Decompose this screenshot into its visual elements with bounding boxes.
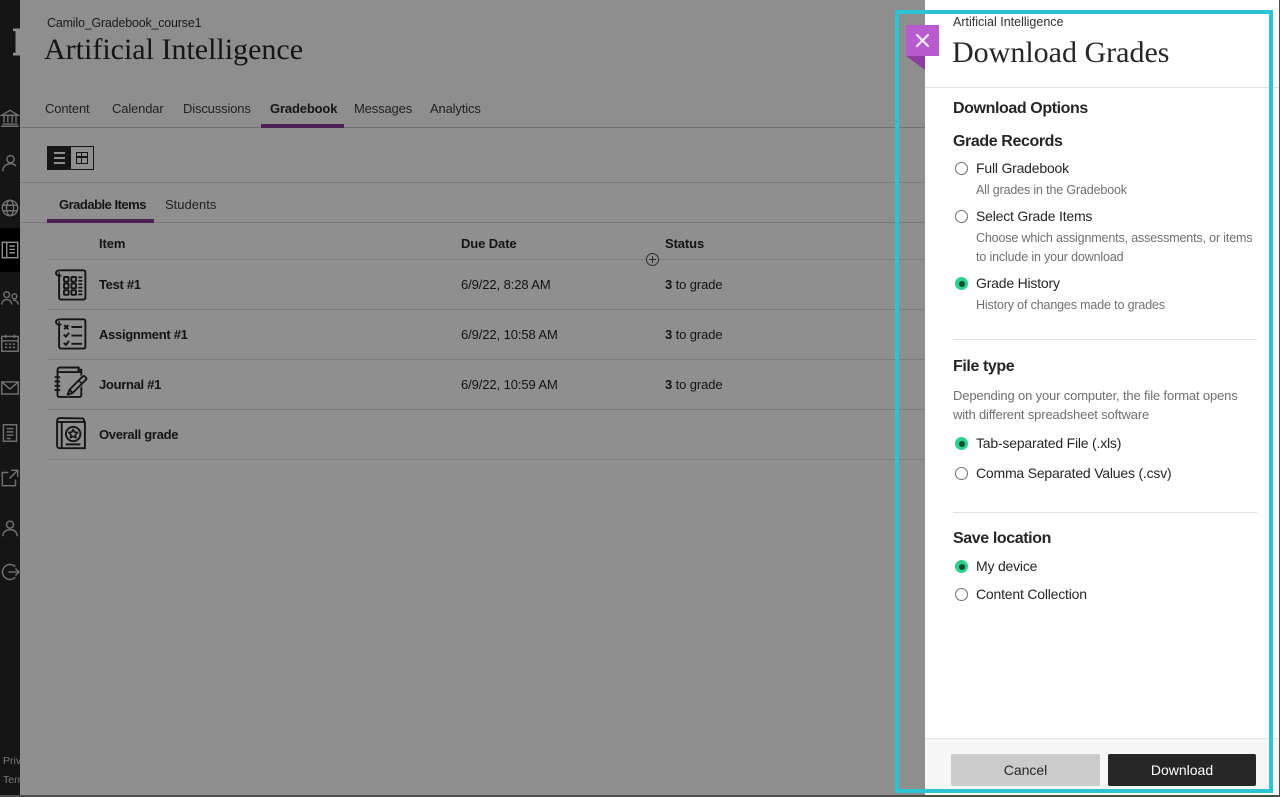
radio-content-collection[interactable] <box>955 588 968 601</box>
radio-content-collection-label[interactable]: Content Collection <box>976 586 1087 602</box>
radio-select-grade-items-label[interactable]: Select Grade Items <box>976 208 1092 224</box>
panel-header: Artificial Intelligence Download Grades <box>925 0 1280 88</box>
radio-grade-history-label[interactable]: Grade History <box>976 275 1060 291</box>
radio-grade-history-desc: History of changes made to grades <box>976 296 1264 315</box>
app-window: Camilo_Gradebook_course1 Artificial Inte… <box>0 0 1280 797</box>
radio-full-gradebook-label[interactable]: Full Gradebook <box>976 160 1069 176</box>
panel-close-button[interactable] <box>906 25 939 56</box>
radio-full-gradebook[interactable] <box>955 162 968 175</box>
grade-records-heading: Grade Records <box>953 133 1063 151</box>
section-divider <box>953 339 1257 340</box>
radio-my-device-label[interactable]: My device <box>976 558 1037 574</box>
save-location-heading: Save location <box>953 530 1051 548</box>
radio-select-grade-items-desc: Choose which assignments, assessments, o… <box>976 229 1264 266</box>
file-type-description: Depending on your computer, the file for… <box>953 387 1257 424</box>
radio-my-device[interactable] <box>955 560 968 573</box>
radio-grade-history[interactable] <box>955 277 968 290</box>
radio-tab-separated[interactable] <box>955 437 968 450</box>
download-grades-panel: Artificial Intelligence Download Grades … <box>925 0 1280 797</box>
radio-comma-separated-label[interactable]: Comma Separated Values (.csv) <box>976 465 1171 481</box>
file-type-heading: File type <box>953 358 1014 376</box>
radio-comma-separated[interactable] <box>955 467 968 480</box>
radio-tab-separated-label[interactable]: Tab-separated File (.xls) <box>976 435 1121 451</box>
download-options-heading: Download Options <box>953 100 1088 118</box>
radio-full-gradebook-desc: All grades in the Gradebook <box>976 181 1264 200</box>
cancel-button[interactable]: Cancel <box>951 754 1100 786</box>
radio-select-grade-items[interactable] <box>955 210 968 223</box>
panel-footer: Cancel Download <box>925 738 1280 797</box>
panel-context-title: Artificial Intelligence <box>953 15 1063 29</box>
close-icon <box>915 33 930 48</box>
panel-title: Download Grades <box>952 36 1169 70</box>
section-divider <box>953 512 1257 513</box>
modal-dim-overlay[interactable] <box>0 0 925 797</box>
download-button[interactable]: Download <box>1108 754 1256 786</box>
